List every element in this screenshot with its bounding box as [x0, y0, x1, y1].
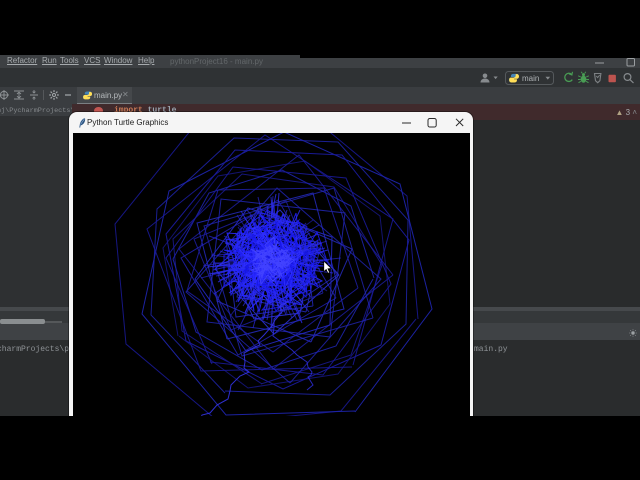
svg-text:main: main — [522, 74, 539, 83]
